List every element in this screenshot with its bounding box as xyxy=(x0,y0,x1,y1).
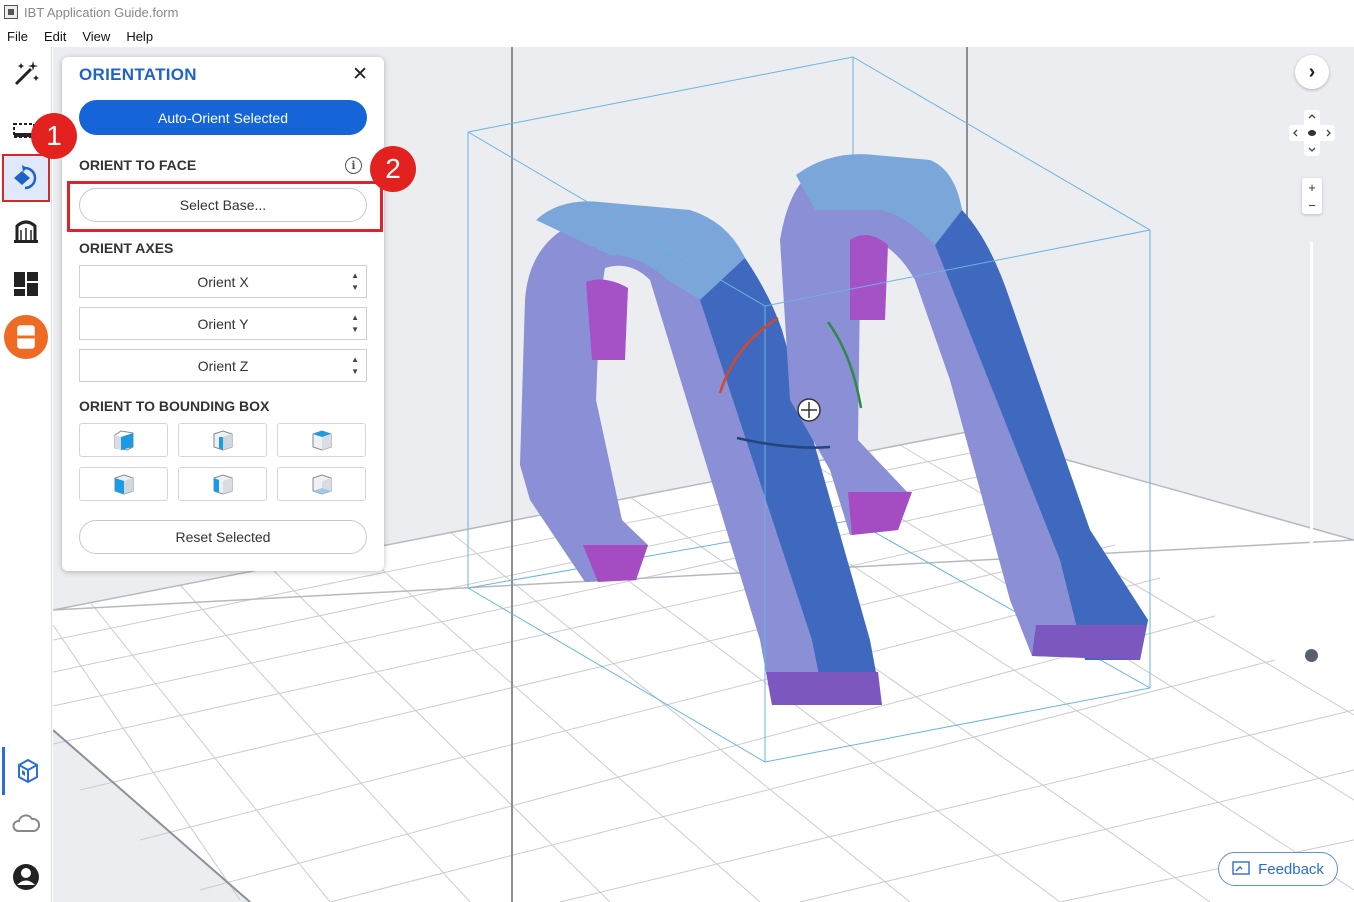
auto-orient-button[interactable]: Auto-Orient Selected xyxy=(79,100,367,135)
bbox-face-button[interactable] xyxy=(79,467,168,501)
eye-icon xyxy=(1308,130,1316,136)
layer-slider-track[interactable] xyxy=(1310,242,1313,656)
cube-face-back-icon xyxy=(213,474,232,495)
stepper-arrows-icon[interactable]: ▲ ▼ xyxy=(351,270,359,294)
menu-help[interactable]: Help xyxy=(126,29,153,44)
account-icon xyxy=(13,864,39,890)
orientation-icon xyxy=(14,165,37,190)
magic-wand-icon xyxy=(14,61,39,86)
orientation-tool[interactable] xyxy=(2,154,50,202)
zoom-out-button[interactable]: − xyxy=(1308,198,1316,213)
bbox-face-button[interactable] xyxy=(277,467,366,501)
orient-x-label: Orient X xyxy=(197,273,249,290)
print-icon xyxy=(4,315,48,359)
orient-y-label: Orient Y xyxy=(197,315,249,332)
reset-selected-button[interactable]: Reset Selected xyxy=(79,520,367,554)
step-badge-1: 1 xyxy=(31,113,77,159)
select-base-button[interactable]: Select Base... xyxy=(79,188,367,222)
app-icon xyxy=(4,5,18,19)
zoom-control: + − xyxy=(1302,178,1322,214)
menu-edit[interactable]: Edit xyxy=(44,29,66,44)
supports-tool[interactable] xyxy=(2,207,50,255)
account-tool[interactable] xyxy=(2,853,50,901)
window-title: IBT Application Guide.form xyxy=(24,4,179,20)
camera-pan-control[interactable] xyxy=(1287,108,1337,158)
orient-to-face-label: ORIENT TO FACE xyxy=(79,157,197,173)
orient-axes-label: ORIENT AXES xyxy=(79,240,174,256)
stepper-arrows-icon[interactable]: ▲ ▼ xyxy=(351,354,359,378)
stepper-arrows-icon[interactable]: ▲ ▼ xyxy=(351,312,359,336)
layer-slider-thumb[interactable] xyxy=(1305,649,1318,662)
bbox-face-button[interactable] xyxy=(178,467,267,501)
bbox-face-button[interactable] xyxy=(178,423,267,457)
cube-face-top-icon xyxy=(312,430,331,451)
panel-title: ORIENTATION xyxy=(79,65,197,84)
title-bar: IBT Application Guide.form xyxy=(0,0,1354,24)
orientation-panel: ORIENTATION ✕ Auto-Orient Selected ORIEN… xyxy=(62,57,384,571)
menu-bar: File Edit View Help xyxy=(0,25,169,47)
orient-to-bounding-box-label: ORIENT TO BOUNDING BOX xyxy=(79,398,270,414)
move-handle-icon[interactable] xyxy=(797,398,821,422)
feedback-label: Feedback xyxy=(1258,860,1324,878)
orient-x-stepper[interactable]: Orient X ▲ ▼ xyxy=(79,265,367,298)
orient-z-label: Orient Z xyxy=(197,357,249,374)
cube-face-bottom-icon xyxy=(312,474,331,495)
cube-face-front-icon xyxy=(114,430,133,451)
feedback-button[interactable]: Feedback xyxy=(1218,852,1338,886)
step-badge-2: 2 xyxy=(370,146,416,192)
info-icon[interactable]: i xyxy=(345,157,362,174)
print-tool[interactable] xyxy=(2,313,50,361)
layout-icon xyxy=(14,272,38,296)
supports-icon xyxy=(14,220,38,243)
orient-y-stepper[interactable]: Orient Y ▲ ▼ xyxy=(79,307,367,340)
menu-view[interactable]: View xyxy=(82,29,110,44)
cube-face-left-icon xyxy=(114,474,133,495)
cube-face-side-icon xyxy=(213,430,232,451)
zoom-in-button[interactable]: + xyxy=(1308,180,1316,195)
model-view-tool[interactable] xyxy=(2,747,50,795)
orient-z-stepper[interactable]: Orient Z ▲ ▼ xyxy=(79,349,367,382)
menu-file[interactable]: File xyxy=(7,29,28,44)
bbox-face-button[interactable] xyxy=(277,423,366,457)
model-view-icon xyxy=(17,758,38,784)
cloud-tool[interactable] xyxy=(2,800,50,848)
chevron-right-icon[interactable]: › xyxy=(1295,55,1329,89)
close-icon[interactable]: ✕ xyxy=(352,63,368,86)
magic-wand-tool[interactable] xyxy=(2,49,50,97)
bbox-face-button[interactable] xyxy=(79,423,168,457)
cloud-icon xyxy=(12,814,41,832)
feedback-icon xyxy=(1232,861,1250,875)
layout-tool[interactable] xyxy=(2,260,50,308)
left-toolbar xyxy=(0,47,52,902)
